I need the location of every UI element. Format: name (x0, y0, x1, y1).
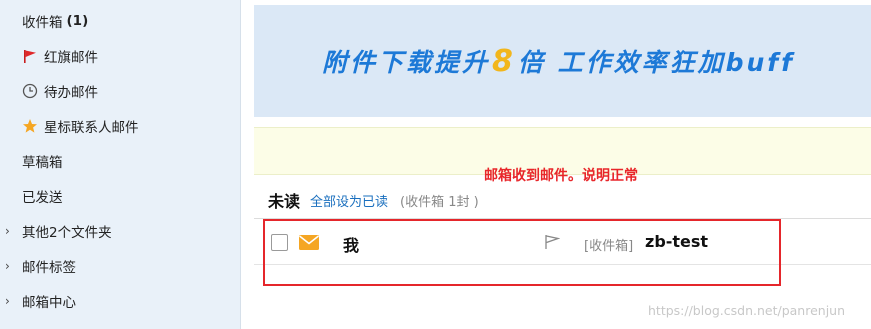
sidebar-item-label: 红旗邮件 (44, 50, 98, 66)
row-checkbox[interactable] (271, 234, 288, 251)
star-icon (22, 118, 38, 134)
sidebar-item-drafts[interactable]: 草稿箱 (0, 146, 240, 176)
mail-row[interactable]: 我 [收件箱] zb-test (254, 222, 871, 265)
banner-number: 8 (492, 44, 516, 79)
sidebar-item-label: 邮件标签 (22, 260, 76, 276)
banner-text-before: 附件下载提升 (322, 48, 491, 77)
sidebar-item-label: 收件箱 (22, 15, 63, 31)
unread-count: (1) (66, 13, 89, 29)
mail-subject[interactable]: zb-test (645, 232, 708, 251)
sidebar: 收件箱 (1) 红旗邮件 待办邮件 星标联系人邮件 草稿箱 已发送 › 其他2个… (0, 0, 241, 329)
clock-icon (22, 83, 38, 99)
envelope-icon (299, 235, 319, 254)
red-flag-icon (22, 48, 38, 64)
watermark: https://blog.csdn.net/panrenjun (648, 303, 846, 318)
unread-section-header: 未读 全部设为已读 (收件箱 1封 ) (268, 186, 479, 214)
sidebar-item-label: 待办邮件 (44, 85, 98, 101)
sidebar-item-sent[interactable]: 已发送 (0, 181, 240, 211)
divider (254, 218, 871, 219)
chevron-right-icon[interactable]: › (5, 294, 10, 308)
banner-text-after: 倍 工作效率狂加buff (517, 48, 796, 77)
sidebar-item-other-folders[interactable]: › 其他2个文件夹 (0, 216, 240, 246)
promo-banner[interactable]: 附件下载提升8倍 工作效率狂加buff (254, 5, 871, 117)
sidebar-item-label: 邮箱中心 (22, 295, 76, 311)
sidebar-item-mail-center[interactable]: › 邮箱中心 (0, 286, 240, 316)
section-title: 未读 (268, 192, 301, 211)
mail-folder-tag: [收件箱] (584, 239, 634, 254)
sidebar-item-todo[interactable]: 待办邮件 (0, 76, 240, 106)
chevron-right-icon[interactable]: › (5, 224, 10, 238)
annotation-note: 邮箱收到邮件。说明正常 (484, 168, 638, 184)
flag-outline-icon[interactable] (544, 234, 561, 254)
folder-hint-suffix: ) (473, 194, 479, 210)
mail-sender: 我 (343, 236, 360, 255)
sidebar-item-label: 已发送 (22, 190, 63, 206)
sidebar-item-label: 草稿箱 (22, 155, 63, 171)
chevron-right-icon[interactable]: › (5, 259, 10, 273)
sidebar-item-label: 其他2个文件夹 (22, 225, 112, 241)
sidebar-item-label: 星标联系人邮件 (44, 120, 139, 136)
sidebar-item-inbox[interactable]: 收件箱 (1) (0, 6, 240, 36)
folder-hint-prefix: (收件箱 (400, 194, 445, 210)
sidebar-item-red-flag[interactable]: 红旗邮件 (0, 41, 240, 71)
banner-text: 附件下载提升8倍 工作效率狂加buff (322, 43, 795, 79)
sidebar-item-starred[interactable]: 星标联系人邮件 (0, 111, 240, 141)
folder-hint-count: 1封 (448, 194, 470, 210)
sidebar-item-labels[interactable]: › 邮件标签 (0, 251, 240, 281)
folder-hint: (收件箱 1封 ) (400, 191, 479, 210)
mark-all-read-link[interactable]: 全部设为已读 (310, 191, 388, 210)
